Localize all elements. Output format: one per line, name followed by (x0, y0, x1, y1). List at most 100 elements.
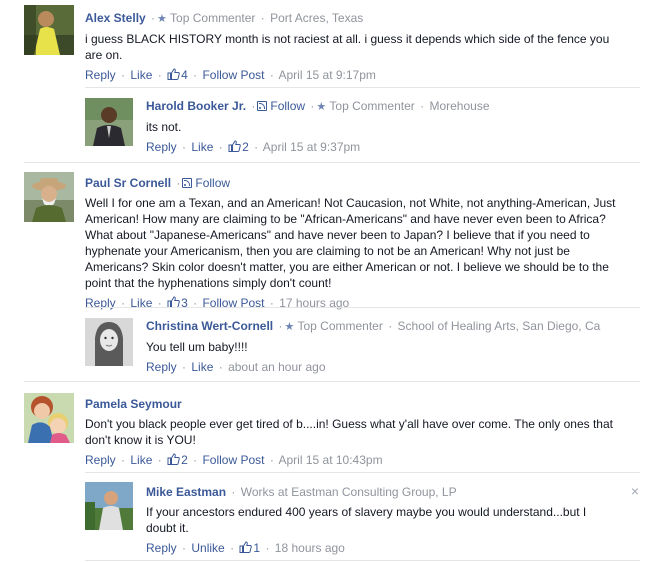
comment-actions: Reply · Unlike · 1 · 18 hours ago (146, 540, 616, 556)
follow-post-button[interactable]: Follow Post (202, 453, 264, 467)
separator: · (254, 140, 259, 154)
author-affiliation[interactable]: Works at Eastman Consulting Group, LP (241, 485, 457, 499)
reply-button[interactable]: Reply (146, 541, 177, 555)
reply-divider (85, 472, 640, 473)
star-icon: ★ (157, 13, 167, 25)
like-button[interactable]: Like (191, 140, 213, 154)
like-button[interactable]: Like (130, 453, 152, 467)
comment-text: i guess BLACK HISTORY month is not racie… (85, 32, 610, 62)
comment-text: You tell um baby!!!! (146, 340, 248, 354)
reply-button[interactable]: Reply (146, 140, 177, 154)
separator: · (157, 68, 162, 82)
avatar[interactable] (85, 318, 133, 366)
comment-actions: Reply · Like · 2 · April 15 at 9:37pm (146, 139, 626, 155)
comment-body-mike-eastman: Mike Eastman · Works at Eastman Consulti… (146, 484, 616, 556)
comment-body-pamela-seymour: Pamela Seymour Don't you black people ev… (85, 396, 625, 468)
bottom-divider (85, 560, 640, 561)
separator: · (310, 99, 315, 113)
avatar[interactable] (24, 393, 74, 443)
author-affiliation[interactable]: Morehouse (429, 99, 489, 113)
reply-divider (85, 87, 640, 88)
timestamp[interactable]: April 15 at 9:37pm (263, 140, 360, 154)
comment-divider (24, 381, 640, 382)
comment-text: Don't you black people ever get tired of… (85, 417, 613, 447)
separator: · (218, 140, 223, 154)
timestamp[interactable]: April 15 at 9:17pm (279, 68, 376, 82)
comment-header: Harold Booker Jr. · Follow · ★ Top Comment… (146, 98, 626, 115)
comment-text: Well I for one am a Texan, and an Americ… (85, 196, 616, 290)
star-icon: ★ (316, 101, 327, 113)
author-name[interactable]: Mike Eastman (146, 485, 226, 499)
rss-follow-icon (257, 101, 268, 111)
separator: · (231, 485, 236, 499)
comment-body-alex-stelly: Alex Stelly · ★ Top Commenter · Port Acre… (85, 10, 625, 83)
like-thumb-icon (167, 68, 180, 80)
separator: · (265, 541, 270, 555)
separator: · (157, 453, 162, 467)
like-count[interactable]: 4 (167, 68, 188, 82)
comment-actions: Reply · Like · 4 · Follow Post · April 1… (85, 67, 625, 83)
author-name[interactable]: Alex Stelly (85, 11, 146, 25)
separator: · (269, 68, 274, 82)
comment-text: its not. (146, 120, 182, 134)
comment-header: Christina Wert-Cornell · ★ Top Commenter … (146, 318, 626, 335)
avatar[interactable] (24, 5, 74, 55)
author-name[interactable]: Paul Sr Cornell (85, 176, 171, 190)
author-name[interactable]: Harold Booker Jr. (146, 99, 246, 113)
like-count-value: 2 (242, 140, 249, 154)
like-thumb-icon (228, 140, 241, 152)
separator: · (151, 11, 156, 25)
author-affiliation[interactable]: Port Acres, Texas (270, 11, 363, 25)
like-count-value: 4 (181, 68, 188, 82)
like-count[interactable]: 2 (167, 453, 188, 467)
follow-button[interactable]: Follow (195, 176, 230, 190)
author-affiliation[interactable]: School of Healing Arts, San Diego, Ca (398, 319, 601, 333)
unlike-button[interactable]: Unlike (191, 541, 224, 555)
like-button[interactable]: Like (191, 360, 213, 374)
separator: · (121, 68, 126, 82)
comment-header: Mike Eastman · Works at Eastman Consulti… (146, 484, 616, 500)
separator: · (230, 541, 235, 555)
separator: · (218, 360, 223, 374)
avatar[interactable] (85, 482, 133, 530)
avatar[interactable] (24, 172, 74, 222)
avatar[interactable] (85, 98, 133, 146)
rss-follow-icon (182, 178, 193, 188)
follow-button[interactable]: Follow (270, 99, 305, 113)
timestamp[interactable]: April 15 at 10:43pm (279, 453, 383, 467)
separator: · (278, 319, 283, 333)
comment-actions: Reply · Like · 3 · Follow Post · 17 hour… (85, 295, 625, 311)
comment-text: If your ancestors endured 400 years of s… (146, 505, 587, 535)
reply-button[interactable]: Reply (85, 453, 116, 467)
follow-post-button[interactable]: Follow Post (202, 68, 264, 82)
reply-button[interactable]: Reply (146, 360, 177, 374)
like-count[interactable]: 2 (228, 140, 249, 154)
separator: · (388, 319, 393, 333)
reply-button[interactable]: Reply (85, 68, 116, 82)
author-name[interactable]: Christina Wert-Cornell (146, 319, 273, 333)
separator: · (260, 11, 265, 25)
like-count-value: 1 (253, 541, 261, 555)
separator: · (193, 68, 198, 82)
timestamp[interactable]: about an hour ago (228, 360, 325, 374)
comment-actions: Reply · Like · 2 · Follow Post · April 1… (85, 452, 625, 468)
star-icon: ★ (284, 321, 295, 333)
close-icon[interactable]: × (631, 484, 639, 498)
timestamp[interactable]: 18 hours ago (275, 541, 345, 555)
comment-body-harold-booker: Harold Booker Jr. · Follow · ★ Top Comment… (146, 98, 626, 155)
like-button[interactable]: Like (130, 68, 152, 82)
comment-header: Pamela Seymour (85, 396, 625, 412)
separator: · (193, 453, 198, 467)
separator: · (176, 176, 181, 190)
top-commenter-badge: Top Commenter (297, 319, 383, 333)
separator: · (182, 541, 187, 555)
separator: · (269, 453, 274, 467)
comment-body-christina-wert-cornell: Christina Wert-Cornell · ★ Top Commenter … (146, 318, 626, 375)
comment-divider (24, 162, 640, 163)
like-count[interactable]: 1 (239, 541, 260, 555)
separator: · (182, 140, 187, 154)
separator: · (182, 360, 187, 374)
top-commenter-badge: Top Commenter (329, 99, 415, 113)
author-name[interactable]: Pamela Seymour (85, 397, 182, 411)
top-commenter-badge: Top Commenter (170, 11, 256, 25)
